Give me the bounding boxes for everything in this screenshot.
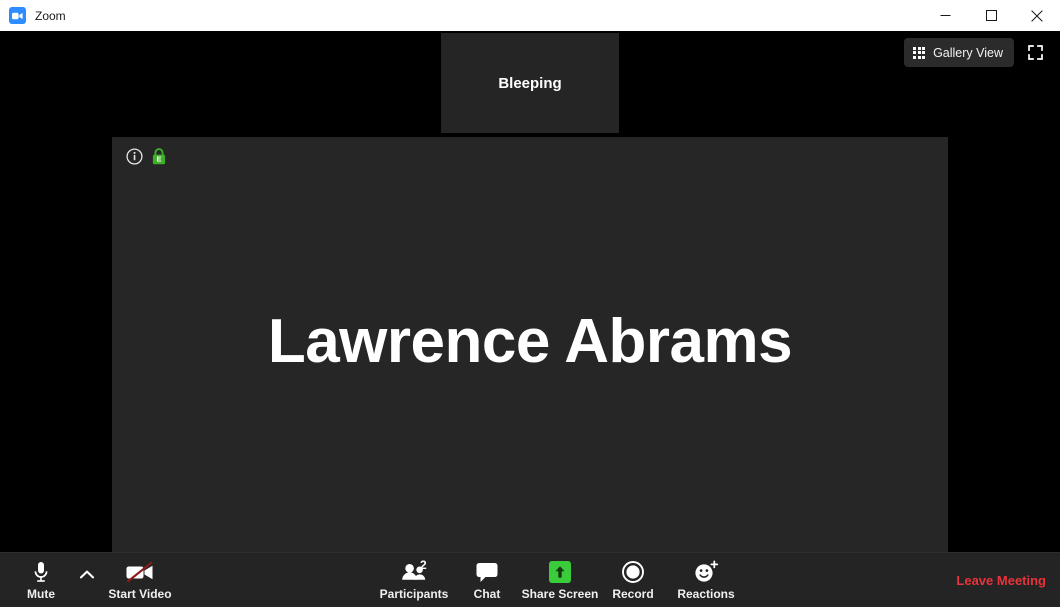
participants-icon: 2 [401, 558, 427, 585]
thumbnail-name: Bleeping [498, 74, 562, 92]
minimize-icon[interactable] [922, 0, 968, 31]
active-speaker-panel[interactable]: E Lawrence Abrams [112, 137, 948, 552]
participants-label: Participants [379, 587, 449, 601]
participant-thumbnail[interactable]: Bleeping [441, 33, 619, 133]
video-camera-off-icon [125, 559, 155, 585]
record-button[interactable]: Record [600, 553, 666, 607]
chat-bubble-icon [475, 559, 499, 585]
start-video-button[interactable]: Start Video [100, 553, 180, 607]
record-label: Record [612, 587, 654, 601]
fullscreen-icon[interactable] [1022, 40, 1048, 66]
active-speaker-name: Lawrence Abrams [267, 307, 793, 376]
chat-button[interactable]: Chat [454, 553, 520, 607]
toolbar-left-group: Mute Start Video [8, 553, 180, 607]
share-screen-button[interactable]: Share Screen [520, 553, 600, 607]
smiley-plus-icon [693, 559, 719, 585]
participants-count: 2 [420, 558, 427, 572]
start-video-label: Start Video [108, 587, 172, 601]
mute-button[interactable]: Mute [8, 553, 74, 607]
record-circle-icon [621, 559, 645, 585]
toolbar-center-group: 2 Participants Chat Share Screen Record … [374, 553, 746, 607]
chevron-up-icon [79, 566, 95, 584]
share-screen-up-arrow-icon [549, 559, 571, 585]
share-screen-label: Share Screen [521, 587, 599, 601]
window-controls [922, 0, 1060, 31]
zoom-meeting-window: Zoom Gallery View Bleeping E Lawrence Ab… [0, 0, 1060, 607]
reactions-button[interactable]: Reactions [666, 553, 746, 607]
audio-options-button[interactable] [74, 553, 100, 607]
close-icon[interactable] [1014, 0, 1060, 31]
participants-button[interactable]: 2 Participants [374, 553, 454, 607]
leave-meeting-button[interactable]: Leave Meeting [956, 573, 1046, 588]
mute-label: Mute [27, 587, 55, 601]
gallery-view-button[interactable]: Gallery View [904, 38, 1014, 67]
page-title: Lawrence Abrams [112, 137, 948, 552]
toolbar-right-group: Leave Meeting [956, 553, 1046, 607]
zoom-video-icon [9, 7, 26, 24]
maximize-icon[interactable] [968, 0, 1014, 31]
window-title: Zoom [35, 8, 66, 23]
grid-icon [913, 46, 926, 59]
reactions-label: Reactions [677, 587, 735, 601]
gallery-view-label: Gallery View [933, 45, 1003, 60]
microphone-icon [32, 559, 50, 585]
chat-label: Chat [473, 587, 501, 601]
titlebar-left: Zoom [0, 7, 922, 24]
window-titlebar: Zoom [0, 0, 1060, 31]
thumbnail-strip: Bleeping [441, 33, 619, 133]
view-controls: Gallery View [904, 38, 1048, 67]
meeting-toolbar: Mute Start Video 2 Participants Chat Sha… [0, 552, 1060, 607]
meeting-stage: Gallery View Bleeping E Lawrence Abrams [0, 31, 1060, 552]
